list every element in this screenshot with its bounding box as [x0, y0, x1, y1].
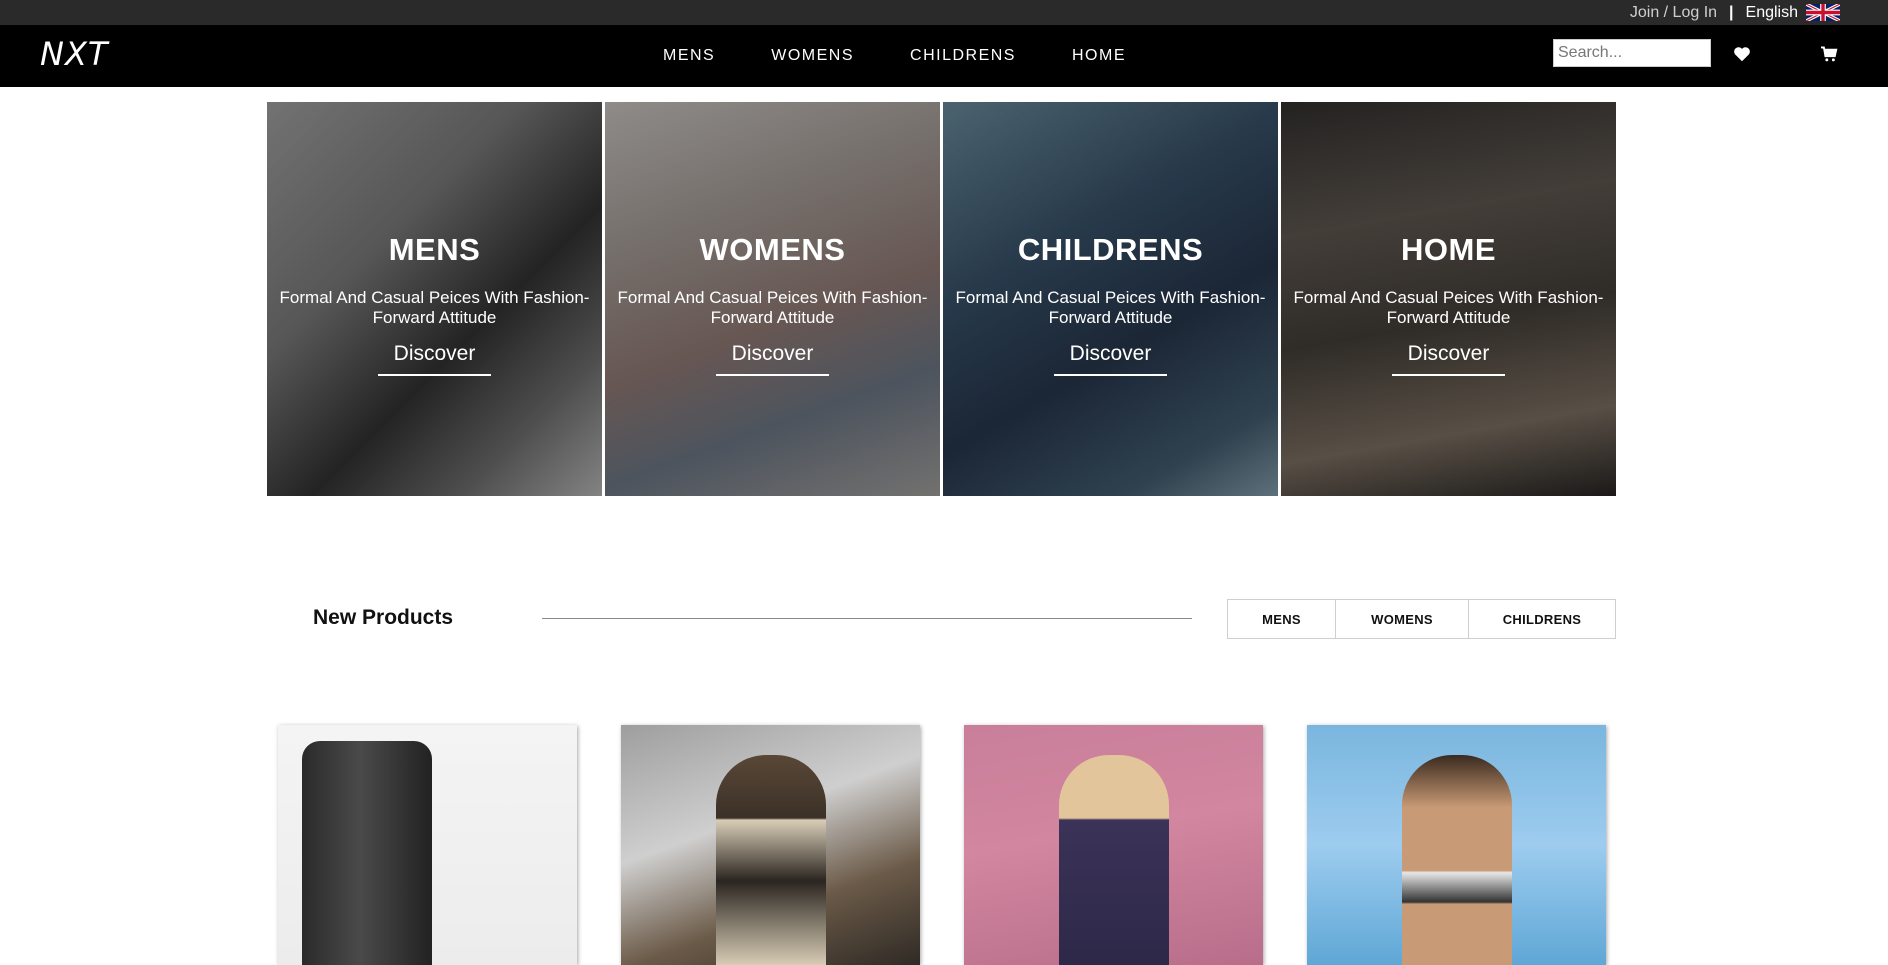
discover-button-home[interactable]: Discover: [1391, 342, 1506, 376]
join-login-link[interactable]: Join / Log In: [1630, 4, 1717, 22]
heart-icon[interactable]: [1731, 43, 1753, 65]
filter-tab-childrens[interactable]: CHILDRENS: [1469, 600, 1615, 638]
tile-content: WOMENS Formal And Casual Peices With Fas…: [605, 232, 940, 376]
category-tiles: MENS Formal And Casual Peices With Fashi…: [267, 102, 1618, 496]
tile-description: Formal And Casual Peices With Fashion-Fo…: [1293, 288, 1604, 327]
nav-link-home[interactable]: HOME: [1072, 47, 1126, 65]
shopping-cart-icon[interactable]: [1818, 43, 1840, 65]
tile-title: WOMENS: [699, 232, 846, 267]
site-logo[interactable]: NXT: [40, 35, 108, 73]
category-tile-home[interactable]: HOME Formal And Casual Peices With Fashi…: [1281, 102, 1616, 496]
section-title: New Products: [313, 606, 454, 629]
tile-content: HOME Formal And Casual Peices With Fashi…: [1281, 232, 1616, 376]
product-filter-tabs: MENS WOMENS CHILDRENS: [1227, 599, 1616, 639]
product-image: [716, 755, 826, 965]
product-card[interactable]: [278, 725, 577, 965]
nav-link-womens[interactable]: WOMENS: [771, 47, 854, 65]
uk-flag-icon[interactable]: [1806, 2, 1840, 23]
filter-tab-mens[interactable]: MENS: [1228, 600, 1336, 638]
product-card[interactable]: [964, 725, 1263, 965]
section-divider: [542, 618, 1192, 619]
product-image: [1059, 755, 1169, 965]
nav-link-mens[interactable]: MENS: [663, 47, 715, 65]
product-grid: [278, 725, 1606, 965]
top-utility-bar: Join / Log In | English: [0, 0, 1888, 25]
tile-title: CHILDRENS: [1017, 232, 1204, 267]
nav-link-childrens[interactable]: CHILDRENS: [910, 47, 1016, 65]
filter-tab-womens[interactable]: WOMENS: [1336, 600, 1469, 638]
discover-button-childrens[interactable]: Discover: [1053, 342, 1168, 376]
search-input[interactable]: [1553, 39, 1711, 67]
tile-content: CHILDRENS Formal And Casual Peices With …: [943, 232, 1278, 376]
discover-button-womens[interactable]: Discover: [715, 342, 830, 376]
category-tile-womens[interactable]: WOMENS Formal And Casual Peices With Fas…: [605, 102, 940, 496]
tile-description: Formal And Casual Peices With Fashion-Fo…: [617, 288, 928, 327]
category-tile-childrens[interactable]: CHILDRENS Formal And Casual Peices With …: [943, 102, 1278, 496]
product-card[interactable]: [1307, 725, 1606, 965]
language-selector[interactable]: English: [1746, 4, 1798, 22]
tile-description: Formal And Casual Peices With Fashion-Fo…: [955, 288, 1266, 327]
product-image: [302, 741, 432, 965]
tile-description: Formal And Casual Peices With Fashion-Fo…: [279, 288, 590, 327]
tile-content: MENS Formal And Casual Peices With Fashi…: [267, 232, 602, 376]
tile-title: HOME: [1401, 232, 1496, 267]
product-image: [1402, 755, 1512, 965]
separator: |: [1729, 3, 1734, 21]
category-tile-mens[interactable]: MENS Formal And Casual Peices With Fashi…: [267, 102, 602, 496]
discover-button-mens[interactable]: Discover: [377, 342, 492, 376]
main-navbar: NXT MENS WOMENS CHILDRENS HOME: [0, 25, 1888, 87]
tile-title: MENS: [388, 232, 481, 267]
primary-nav: MENS WOMENS CHILDRENS HOME: [663, 25, 1182, 87]
account-language-bar: Join / Log In | English: [1630, 0, 1840, 25]
product-card[interactable]: [621, 725, 920, 965]
